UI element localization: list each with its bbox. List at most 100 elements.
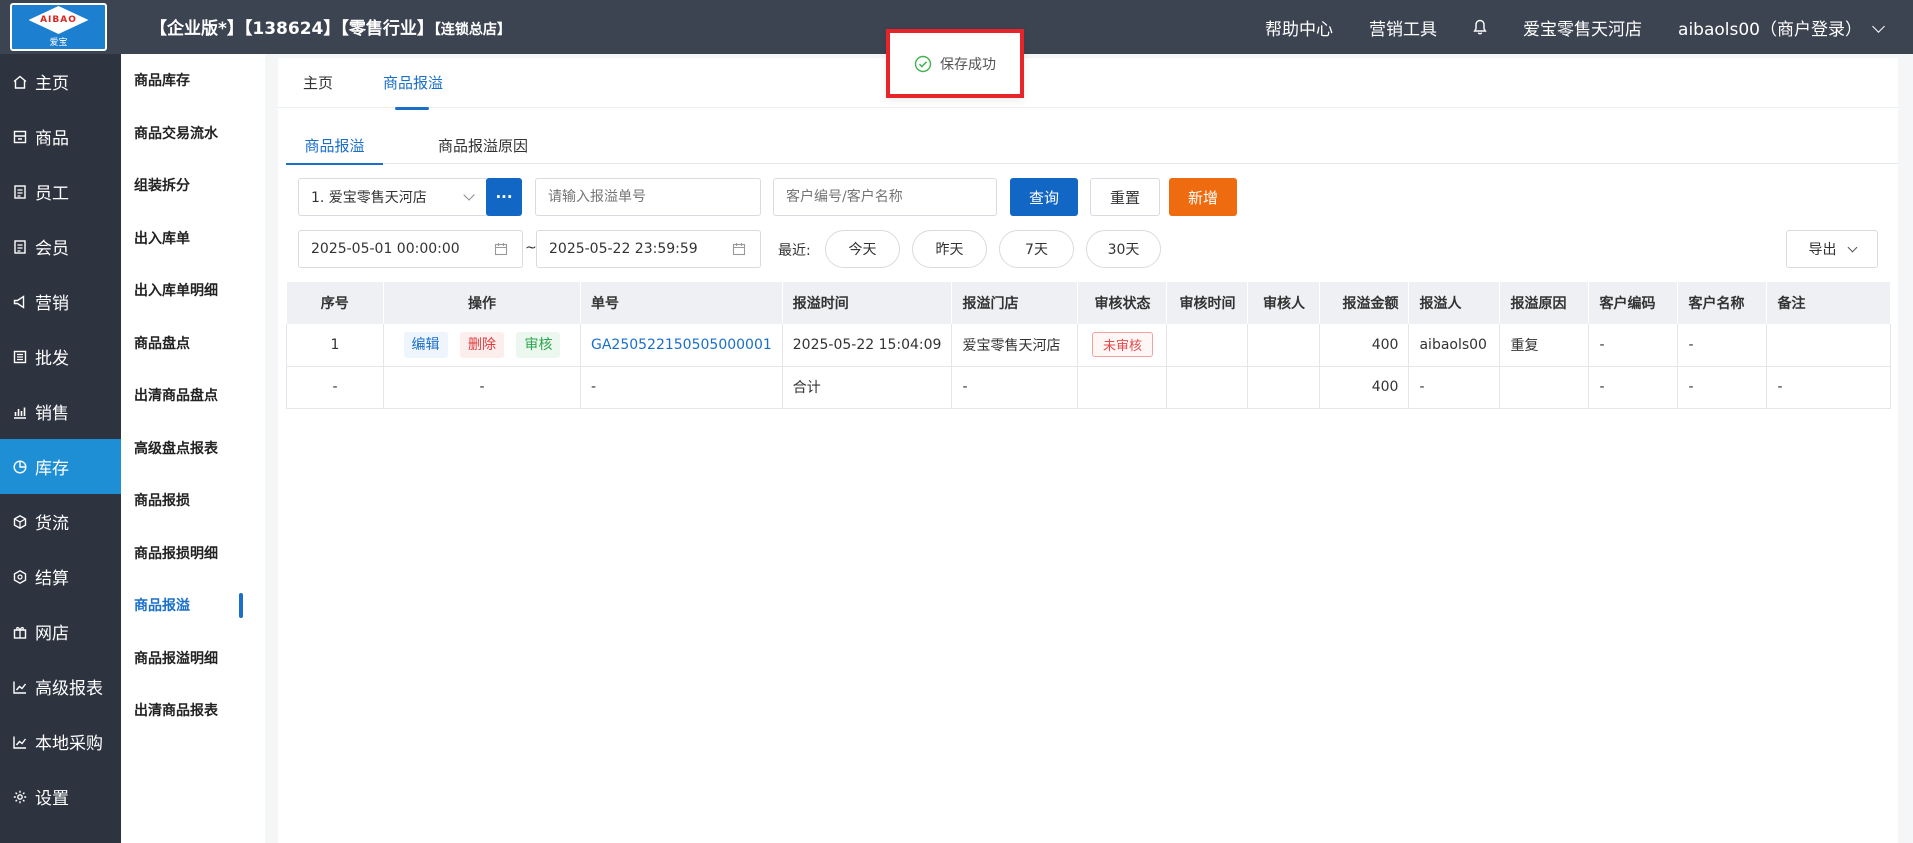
- menu-item-member[interactable]: 会员: [0, 219, 121, 274]
- menu-item-local-purchase[interactable]: 本地采购: [0, 714, 121, 769]
- customer-input[interactable]: [773, 178, 997, 216]
- success-toast: 保存成功: [886, 29, 1024, 98]
- order-no-link[interactable]: GA250522150505000001: [591, 337, 772, 353]
- cell-customer-code: -: [1588, 324, 1679, 367]
- sub-item-inventory-check[interactable]: 商品盘点: [121, 317, 265, 370]
- total-index: -: [286, 366, 384, 409]
- inner-tab-overflow[interactable]: 商品报溢: [286, 126, 383, 165]
- end-date-input[interactable]: 2025-05-22 23:59:59: [536, 230, 761, 268]
- bell-icon[interactable]: [1473, 19, 1487, 35]
- menu-item-staff[interactable]: 员工: [0, 164, 121, 219]
- top-right-nav: 帮助中心 营销工具 爱宝零售天河店 aibaols00（商户登录）: [1265, 0, 1885, 54]
- total-reason: [1499, 366, 1590, 409]
- start-date-value: 2025-05-01 00:00:00: [311, 241, 460, 257]
- audit-button[interactable]: 审核: [516, 331, 561, 358]
- menu-label: 高级报表: [35, 679, 103, 699]
- status-badge: 未审核: [1091, 332, 1153, 358]
- logistics-icon: [12, 514, 28, 530]
- user-menu[interactable]: aibaols00（商户登录）: [1678, 15, 1885, 40]
- table-row: 1 编辑 删除 审核 GA250522150505000001 2025-05-…: [286, 324, 1891, 367]
- recent-today-button[interactable]: 今天: [825, 230, 900, 268]
- chevron-down-icon: [1872, 19, 1885, 33]
- order-number-input[interactable]: [535, 178, 761, 216]
- right-gutter: [1898, 54, 1913, 843]
- check-circle-icon: [914, 55, 932, 73]
- menu-item-advanced-report[interactable]: 高级报表: [0, 659, 121, 714]
- menu-item-home[interactable]: 主页: [0, 54, 121, 109]
- sub-item-assembly[interactable]: 组装拆分: [121, 159, 265, 212]
- store-select[interactable]: 1. 爱宝零售天河店: [298, 178, 488, 216]
- menu-item-online-store[interactable]: 网店: [0, 604, 121, 659]
- sales-icon: [12, 404, 28, 420]
- sub-item-advanced-check-report[interactable]: 高级盘点报表: [121, 422, 265, 475]
- overflow-table: 序号 操作 单号 报溢时间 报溢门店 审核状态 审核时间 审核人 报溢金额 报溢…: [286, 282, 1891, 409]
- menu-item-settlement[interactable]: 结算: [0, 549, 121, 604]
- total-customer-code: -: [1588, 366, 1679, 409]
- sub-item-in-out-order[interactable]: 出入库单: [121, 212, 265, 265]
- sub-item-overflow-detail[interactable]: 商品报溢明细: [121, 632, 265, 685]
- add-button[interactable]: 新增: [1169, 178, 1237, 216]
- tab-overflow[interactable]: 商品报溢: [383, 58, 443, 110]
- total-auditor: [1247, 366, 1321, 409]
- menu-item-settings[interactable]: 设置: [0, 769, 121, 824]
- total-order-no: -: [580, 366, 783, 409]
- menu-label: 本地采购: [35, 734, 103, 754]
- cell-remark: [1766, 324, 1891, 367]
- report-icon: [12, 679, 28, 695]
- sub-item-clearance-check[interactable]: 出清商品盘点: [121, 369, 265, 422]
- account-title-main: 【企业版*】【138624】【零售行业】: [150, 19, 434, 39]
- export-button[interactable]: 导出: [1786, 230, 1878, 268]
- menu-item-marketing[interactable]: 营销: [0, 274, 121, 329]
- menu-item-product[interactable]: 商品: [0, 109, 121, 164]
- menu-item-stock[interactable]: 库存: [0, 439, 121, 494]
- account-title: 【企业版*】【138624】【零售行业】【连锁总店】: [150, 14, 511, 39]
- menu-label: 商品: [35, 129, 69, 149]
- cell-reason: 重复: [1499, 324, 1590, 367]
- menu-item-wholesale[interactable]: 批发: [0, 329, 121, 384]
- col-amount: 报溢金额: [1319, 282, 1410, 324]
- current-store-link[interactable]: 爱宝零售天河店: [1523, 15, 1642, 40]
- col-time: 报溢时间: [782, 282, 953, 324]
- recent-30days-button[interactable]: 30天: [1086, 230, 1161, 268]
- menu-label: 结算: [35, 569, 69, 589]
- menu-label: 库存: [35, 459, 69, 479]
- sub-item-transaction-flow[interactable]: 商品交易流水: [121, 107, 265, 160]
- help-center-link[interactable]: 帮助中心: [1265, 15, 1333, 40]
- sub-item-loss[interactable]: 商品报损: [121, 474, 265, 527]
- cell-operations: 编辑 删除 审核: [383, 324, 581, 367]
- logo-text: AIBAO: [40, 15, 77, 25]
- store-more-button[interactable]: ···: [486, 178, 522, 216]
- sub-item-loss-detail[interactable]: 商品报损明细: [121, 527, 265, 580]
- menu-label: 主页: [35, 74, 69, 94]
- sub-item-in-out-detail[interactable]: 出入库单明细: [121, 264, 265, 317]
- query-button[interactable]: 查询: [1010, 178, 1078, 216]
- sub-item-overflow[interactable]: 商品报溢: [121, 579, 265, 632]
- cell-audit-time: [1166, 324, 1249, 367]
- sub-sidebar: 商品库存 商品交易流水 组装拆分 出入库单 出入库单明细 商品盘点 出清商品盘点…: [121, 54, 265, 843]
- menu-item-sales[interactable]: 销售: [0, 384, 121, 439]
- menu-item-logistics[interactable]: 货流: [0, 494, 121, 549]
- total-amount: 400: [1319, 366, 1410, 409]
- stock-icon: [12, 459, 28, 475]
- start-date-input[interactable]: 2025-05-01 00:00:00: [298, 230, 523, 268]
- menu-label: 员工: [35, 184, 69, 204]
- settlement-icon: [12, 569, 28, 585]
- col-customer-name: 客户名称: [1677, 282, 1768, 324]
- reset-button[interactable]: 重置: [1090, 178, 1160, 216]
- sub-item-clearance-report[interactable]: 出清商品报表: [121, 684, 265, 737]
- tab-home[interactable]: 主页: [303, 58, 333, 108]
- marketing-tools-link[interactable]: 营销工具: [1369, 15, 1437, 40]
- menu-label: 货流: [35, 514, 69, 534]
- recent-yesterday-button[interactable]: 昨天: [912, 230, 987, 268]
- sub-item-stock[interactable]: 商品库存: [121, 54, 265, 107]
- brand-logo[interactable]: AIBAO 爱宝: [10, 3, 107, 51]
- recent-7days-button[interactable]: 7天: [999, 230, 1074, 268]
- edit-button[interactable]: 编辑: [403, 331, 448, 358]
- product-icon: [12, 129, 28, 145]
- delete-button[interactable]: 删除: [460, 331, 504, 358]
- inner-tab-overflow-reason[interactable]: 商品报溢原因: [383, 126, 583, 164]
- cell-order-no: GA250522150505000001: [580, 324, 783, 367]
- calendar-icon: [494, 242, 508, 256]
- table-header-row: 序号 操作 单号 报溢时间 报溢门店 审核状态 审核时间 审核人 报溢金额 报溢…: [286, 282, 1891, 324]
- total-remark: -: [1766, 366, 1891, 409]
